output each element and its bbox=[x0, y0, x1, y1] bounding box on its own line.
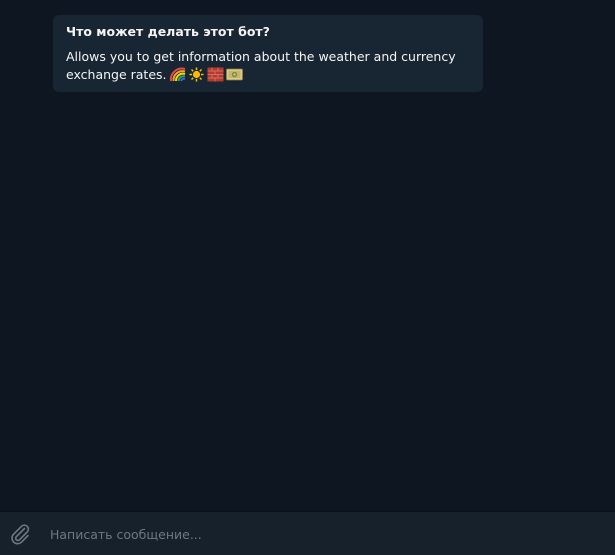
chat-area: Что может делать этот бот? Allows you to… bbox=[0, 0, 615, 511]
paperclip-icon bbox=[11, 524, 30, 545]
brick-emoji-icon bbox=[207, 67, 224, 82]
bot-info-card: Что может делать этот бот? Allows you to… bbox=[53, 15, 483, 92]
rainbow-emoji-icon bbox=[169, 67, 185, 82]
bot-info-description-block: Allows you to get information about the … bbox=[66, 48, 456, 84]
money-emoji-icon bbox=[225, 68, 243, 81]
message-input[interactable] bbox=[50, 520, 595, 548]
bot-info-description: Allows you to get information about the … bbox=[66, 49, 456, 82]
attach-button[interactable] bbox=[8, 522, 32, 546]
bot-info-title: Что может делать этот бот? bbox=[66, 24, 270, 39]
message-composer bbox=[0, 511, 615, 555]
sun-emoji-icon bbox=[189, 67, 204, 82]
